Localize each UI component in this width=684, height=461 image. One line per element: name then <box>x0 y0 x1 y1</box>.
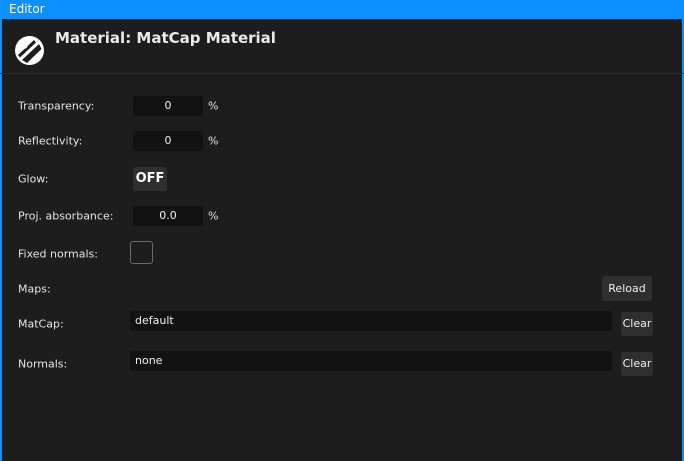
fixed-normals-checkbox[interactable] <box>130 241 153 264</box>
material-sphere-icon <box>15 36 44 65</box>
maps-label: Maps: <box>18 282 51 296</box>
reflectivity-input[interactable]: 0 <box>133 131 203 151</box>
window-title: Editor <box>9 2 45 16</box>
transparency-label: Transparency: <box>18 99 95 113</box>
matcap-clear-button[interactable]: Clear <box>621 312 653 336</box>
fixed-normals-label: Fixed normals: <box>18 247 98 261</box>
reflectivity-unit: % <box>208 134 219 148</box>
proj-absorbance-unit: % <box>208 209 219 223</box>
glow-toggle[interactable]: OFF <box>133 167 167 191</box>
reflectivity-label: Reflectivity: <box>18 134 83 148</box>
glow-label: Glow: <box>18 172 49 186</box>
proj-absorbance-label: Proj. absorbance: <box>18 209 114 223</box>
matcap-field[interactable]: default <box>130 311 612 331</box>
normals-clear-button[interactable]: Clear <box>621 352 653 376</box>
transparency-unit: % <box>208 99 219 113</box>
normals-label: Normals: <box>18 357 68 371</box>
normals-field[interactable]: none <box>130 351 612 371</box>
transparency-input[interactable]: 0 <box>133 96 203 116</box>
proj-absorbance-input[interactable]: 0.0 <box>133 206 203 226</box>
window-frame <box>0 19 684 461</box>
window-title-bar[interactable]: Editor <box>0 0 684 19</box>
page-title: Material: MatCap Material <box>55 29 276 47</box>
reload-button[interactable]: Reload <box>602 276 652 301</box>
matcap-label: MatCap: <box>18 317 64 331</box>
